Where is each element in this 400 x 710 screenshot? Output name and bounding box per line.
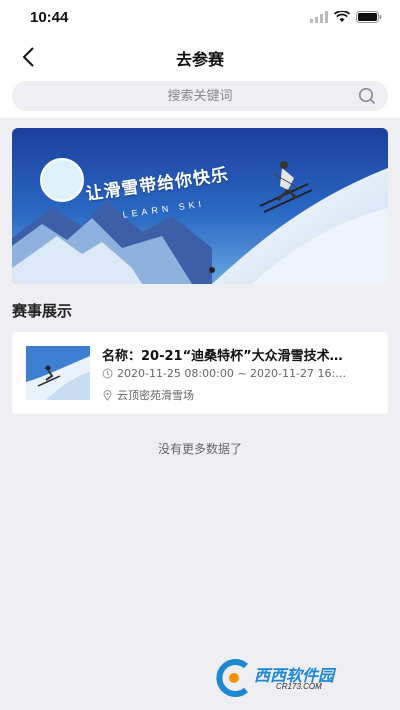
location-pin-icon <box>103 389 112 401</box>
status-bar: 10:44 <box>0 0 400 36</box>
section-title: 赛事展示 <box>12 302 73 320</box>
promo-banner[interactable]: 让滑雪带给你快乐 LEARN SKI <box>12 128 388 284</box>
battery-icon <box>356 11 382 23</box>
search-input[interactable] <box>12 81 388 111</box>
search-bar <box>0 78 400 118</box>
site-watermark: 西西软件园 CR173.COM <box>210 658 382 698</box>
event-name: 名称：20-21“迪桑特杯”大众滑雪技术… <box>102 349 343 364</box>
carousel-indicator[interactable] <box>209 267 215 273</box>
event-time-row: 2020-11-25 08:00:00 ~ 2020-11-27 16:… <box>102 367 378 380</box>
clock-icon <box>102 368 113 379</box>
watermark-logo-icon <box>216 659 248 697</box>
event-location: 云顶密苑滑雪场 <box>117 389 194 402</box>
event-location-row: 云顶密苑滑雪场 <box>102 387 378 403</box>
wifi-icon <box>334 11 350 22</box>
page-title: 去参赛 <box>175 50 224 69</box>
watermark-site: CR173.COM <box>276 682 322 691</box>
nav-bar: 去参赛 <box>0 36 400 78</box>
list-end-text: 没有更多数据了 <box>157 442 242 456</box>
signal-icon <box>310 11 328 23</box>
event-card[interactable]: 名称：20-21“迪桑特杯”大众滑雪技术… 2020-11-25 08:00:0… <box>12 332 388 414</box>
status-icons <box>310 11 382 23</box>
search-box[interactable] <box>12 81 388 111</box>
event-time: 2020-11-25 08:00:00 ~ 2020-11-27 16:… <box>117 367 347 380</box>
status-time: 10:44 <box>30 9 69 26</box>
event-thumbnail <box>26 346 90 400</box>
search-icon[interactable] <box>358 87 376 105</box>
ski-club-logo <box>40 158 84 202</box>
